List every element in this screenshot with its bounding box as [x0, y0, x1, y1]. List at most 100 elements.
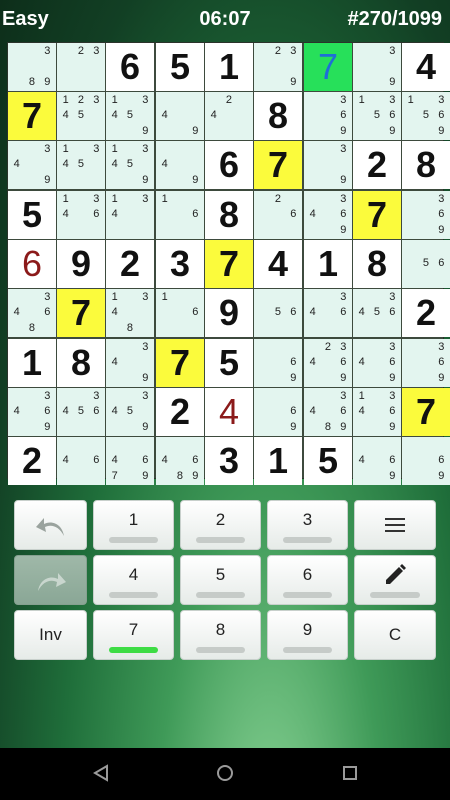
cell-r5c2[interactable]: 9 — [57, 240, 105, 288]
cell-r2c6[interactable]: 8 — [254, 92, 302, 140]
cell-r8c3[interactable]: 3459 — [106, 388, 154, 436]
cell-r8c9[interactable]: 7 — [402, 388, 450, 436]
cell-r5c6[interactable]: 4 — [254, 240, 302, 288]
cell-r6c9[interactable]: 2 — [402, 289, 450, 337]
redo-button[interactable] — [14, 555, 87, 605]
cell-r4c3[interactable]: 134 — [106, 191, 154, 239]
cell-r6c8[interactable]: 3456 — [353, 289, 401, 337]
cell-r8c1[interactable]: 3469 — [8, 388, 56, 436]
cell-r2c9[interactable]: 13569 — [402, 92, 450, 140]
cell-r8c4[interactable]: 2 — [156, 388, 204, 436]
cell-r5c1[interactable]: 6 — [8, 240, 56, 288]
cell-r6c4[interactable]: 16 — [156, 289, 204, 337]
digit-button-7[interactable]: 7 — [93, 610, 174, 660]
digit-button-5[interactable]: 5 — [180, 555, 261, 605]
cell-r3c5[interactable]: 6 — [205, 141, 253, 189]
back-icon[interactable] — [92, 764, 110, 782]
cell-r5c7[interactable]: 1 — [304, 240, 352, 288]
cell-r1c3[interactable]: 6 — [106, 43, 154, 91]
cell-r3c3[interactable]: 13459 — [106, 141, 154, 189]
cell-r7c9[interactable]: 369 — [402, 339, 450, 387]
cell-r3c1[interactable]: 349 — [8, 141, 56, 189]
cell-r4c9[interactable]: 369 — [402, 191, 450, 239]
cell-r2c8[interactable]: 13569 — [353, 92, 401, 140]
cell-r9c7[interactable]: 5 — [304, 437, 352, 485]
cell-r1c5[interactable]: 1 — [205, 43, 253, 91]
cell-r9c9[interactable]: 69 — [402, 437, 450, 485]
cell-r9c1[interactable]: 2 — [8, 437, 56, 485]
cell-r3c2[interactable]: 1345 — [57, 141, 105, 189]
cell-r9c5[interactable]: 3 — [205, 437, 253, 485]
cell-r4c2[interactable]: 1346 — [57, 191, 105, 239]
cell-r7c8[interactable]: 3469 — [353, 339, 401, 387]
home-icon[interactable] — [216, 764, 234, 782]
cell-r7c4[interactable]: 7 — [156, 339, 204, 387]
cell-r3c6[interactable]: 7 — [254, 141, 302, 189]
cell-r5c4[interactable]: 3 — [156, 240, 204, 288]
cell-r7c1[interactable]: 1 — [8, 339, 56, 387]
cell-r6c1[interactable]: 3468 — [8, 289, 56, 337]
cell-r6c2[interactable]: 7 — [57, 289, 105, 337]
clear-button[interactable]: C — [354, 610, 436, 660]
cell-r1c7[interactable]: 7 — [304, 43, 352, 91]
undo-button[interactable] — [14, 500, 87, 550]
cell-r4c1[interactable]: 5 — [8, 191, 56, 239]
cell-r9c8[interactable]: 469 — [353, 437, 401, 485]
cell-r9c2[interactable]: 46 — [57, 437, 105, 485]
inverse-button[interactable]: Inv — [14, 610, 87, 660]
menu-button[interactable] — [354, 500, 436, 550]
cell-r6c6[interactable]: 56 — [254, 289, 302, 337]
cell-r2c4[interactable]: 49 — [156, 92, 204, 140]
cell-r6c5[interactable]: 9 — [205, 289, 253, 337]
cell-r2c5[interactable]: 24 — [205, 92, 253, 140]
cell-r7c3[interactable]: 349 — [106, 339, 154, 387]
cell-r2c7[interactable]: 369 — [304, 92, 352, 140]
cell-r1c4[interactable]: 5 — [156, 43, 204, 91]
cell-r6c3[interactable]: 1348 — [106, 289, 154, 337]
cell-r8c5[interactable]: 4 — [205, 388, 253, 436]
cell-r6c7[interactable]: 346 — [304, 289, 352, 337]
digit-button-8[interactable]: 8 — [180, 610, 261, 660]
cell-r3c8[interactable]: 2 — [353, 141, 401, 189]
cell-r7c5[interactable]: 5 — [205, 339, 253, 387]
cell-r2c3[interactable]: 13459 — [106, 92, 154, 140]
cell-r4c8[interactable]: 7 — [353, 191, 401, 239]
cell-r1c6[interactable]: 239 — [254, 43, 302, 91]
cell-r4c6[interactable]: 26 — [254, 191, 302, 239]
digit-button-1[interactable]: 1 — [93, 500, 174, 550]
cell-r1c9[interactable]: 4 — [402, 43, 450, 91]
cell-r9c4[interactable]: 4689 — [156, 437, 204, 485]
cell-r4c7[interactable]: 3469 — [304, 191, 352, 239]
cell-r1c8[interactable]: 39 — [353, 43, 401, 91]
candidates: 3456 — [358, 291, 396, 319]
cell-r7c2[interactable]: 8 — [57, 339, 105, 387]
cell-r5c8[interactable]: 8 — [353, 240, 401, 288]
digit-button-6[interactable]: 6 — [267, 555, 348, 605]
cell-r1c1[interactable]: 389 — [8, 43, 56, 91]
cell-r7c7[interactable]: 23469 — [304, 339, 352, 387]
cell-r5c3[interactable]: 2 — [106, 240, 154, 288]
cell-r1c2[interactable]: 23 — [57, 43, 105, 91]
cell-r2c1[interactable]: 7 — [8, 92, 56, 140]
cell-r4c4[interactable]: 16 — [156, 191, 204, 239]
cell-r5c5[interactable]: 7 — [205, 240, 253, 288]
cell-r7c6[interactable]: 69 — [254, 339, 302, 387]
cell-r8c7[interactable]: 34689 — [304, 388, 352, 436]
digit-button-3[interactable]: 3 — [267, 500, 348, 550]
cell-r3c9[interactable]: 8 — [402, 141, 450, 189]
digit-button-9[interactable]: 9 — [267, 610, 348, 660]
cell-r3c4[interactable]: 49 — [156, 141, 204, 189]
cell-r3c7[interactable]: 39 — [304, 141, 352, 189]
cell-r4c5[interactable]: 8 — [205, 191, 253, 239]
cell-r2c2[interactable]: 12345 — [57, 92, 105, 140]
recent-apps-icon[interactable] — [341, 764, 359, 782]
digit-button-2[interactable]: 2 — [180, 500, 261, 550]
cell-r9c6[interactable]: 1 — [254, 437, 302, 485]
cell-r5c9[interactable]: 56 — [402, 240, 450, 288]
digit-button-4[interactable]: 4 — [93, 555, 174, 605]
cell-r8c2[interactable]: 3456 — [57, 388, 105, 436]
cell-r9c3[interactable]: 4679 — [106, 437, 154, 485]
cell-r8c8[interactable]: 13469 — [353, 388, 401, 436]
pencil-button[interactable] — [354, 555, 436, 605]
cell-r8c6[interactable]: 69 — [254, 388, 302, 436]
